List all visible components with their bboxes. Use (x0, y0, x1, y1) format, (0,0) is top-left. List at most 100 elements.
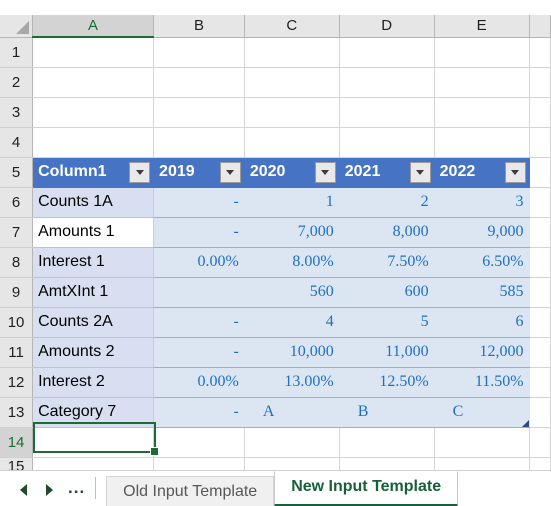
cell-c1[interactable] (244, 37, 340, 68)
table-resize-grip-icon[interactable] (521, 419, 529, 426)
row-header-2[interactable]: 2 (0, 67, 34, 98)
cell-f13[interactable] (529, 397, 551, 428)
cell-d6[interactable]: 2 (339, 187, 435, 218)
cell-e4[interactable] (434, 127, 530, 158)
sheet-overflow-button[interactable]: ... (62, 479, 91, 502)
previous-sheet-button[interactable] (10, 476, 36, 504)
row-header-10[interactable]: 10 (0, 307, 34, 338)
cell-f10[interactable] (529, 307, 551, 338)
cell-d15[interactable] (339, 457, 435, 470)
cell-e14[interactable] (434, 427, 530, 458)
cell-d1[interactable] (339, 37, 435, 68)
cell-d4[interactable] (339, 127, 435, 158)
cell-c9[interactable]: 560 (244, 277, 340, 308)
cell-e6[interactable]: 3 (434, 187, 530, 218)
row-header-6[interactable]: 6 (0, 187, 34, 218)
cell-e12[interactable]: 11.50% (434, 367, 530, 398)
filter-dropdown-icon[interactable] (219, 161, 241, 183)
cell-b9[interactable] (153, 277, 245, 308)
cell-f3[interactable] (529, 97, 551, 128)
cell-e10[interactable]: 6 (434, 307, 530, 338)
cell-b11[interactable]: - (153, 337, 245, 368)
cell-b1[interactable] (153, 37, 245, 68)
worksheet-grid[interactable]: A B C D E 1 2 3 4 5 Column1 2019 2020 20… (0, 0, 551, 470)
cell-a14[interactable] (32, 427, 155, 458)
row-header-7[interactable]: 7 (0, 217, 34, 248)
filter-dropdown-icon[interactable] (504, 161, 526, 183)
row-header-3[interactable]: 3 (0, 97, 34, 128)
cell-b6[interactable]: - (153, 187, 245, 218)
filter-dropdown-icon[interactable] (129, 161, 151, 183)
column-header-e[interactable]: E (434, 15, 530, 38)
cell-e2[interactable] (434, 67, 530, 98)
next-sheet-button[interactable] (36, 476, 62, 504)
cell-c15[interactable] (244, 457, 340, 470)
table-header-2020[interactable]: 2020 (244, 157, 340, 188)
cell-f11[interactable] (529, 337, 551, 368)
cell-a1[interactable] (32, 37, 155, 68)
cell-b13[interactable]: - (153, 397, 245, 428)
cell-a2[interactable] (32, 67, 155, 98)
row-header-8[interactable]: 8 (0, 247, 34, 278)
cell-c10[interactable]: 4 (244, 307, 340, 338)
column-header-a[interactable]: A (32, 15, 155, 38)
row-header-9[interactable]: 9 (0, 277, 34, 308)
row-header-14[interactable]: 14 (0, 427, 34, 458)
cell-c3[interactable] (244, 97, 340, 128)
cell-f14[interactable] (529, 427, 551, 458)
sheet-tab-new-input-template[interactable]: New Input Template (274, 471, 459, 506)
cell-c8[interactable]: 8.00% (244, 247, 340, 278)
cell-a10[interactable]: Counts 2A (32, 307, 155, 338)
sheet-tab-old-input-template[interactable]: Old Input Template (106, 476, 275, 506)
column-header-d[interactable]: D (339, 15, 435, 38)
row-header-15[interactable]: 15 (0, 457, 34, 470)
cell-a7[interactable]: Amounts 1 (32, 217, 155, 248)
cell-f9[interactable] (529, 277, 551, 308)
cell-a4[interactable] (32, 127, 155, 158)
cell-e13[interactable]: C (434, 397, 530, 428)
row-header-4[interactable]: 4 (0, 127, 34, 158)
cell-b4[interactable] (153, 127, 245, 158)
cell-b15[interactable] (153, 457, 245, 470)
cell-c4[interactable] (244, 127, 340, 158)
cell-d7[interactable]: 8,000 (339, 217, 435, 248)
row-header-1[interactable]: 1 (0, 37, 34, 68)
row-header-5[interactable]: 5 (0, 157, 34, 188)
cell-b8[interactable]: 0.00% (153, 247, 245, 278)
cell-e15[interactable] (434, 457, 530, 470)
cell-f7[interactable] (529, 217, 551, 248)
cell-f6[interactable] (529, 187, 551, 218)
cell-c11[interactable]: 10,000 (244, 337, 340, 368)
cell-e1[interactable] (434, 37, 530, 68)
cell-e8[interactable]: 6.50% (434, 247, 530, 278)
filter-dropdown-icon[interactable] (409, 161, 431, 183)
row-header-12[interactable]: 12 (0, 367, 34, 398)
select-all-button[interactable] (0, 15, 34, 38)
cell-b10[interactable]: - (153, 307, 245, 338)
cell-f2[interactable] (529, 67, 551, 98)
cell-c7[interactable]: 7,000 (244, 217, 340, 248)
cell-d9[interactable]: 600 (339, 277, 435, 308)
table-header-2019[interactable]: 2019 (153, 157, 245, 188)
column-header-c[interactable]: C (244, 15, 340, 38)
cell-c12[interactable]: 13.00% (244, 367, 340, 398)
row-header-13[interactable]: 13 (0, 397, 34, 428)
cell-c6[interactable]: 1 (244, 187, 340, 218)
cell-c2[interactable] (244, 67, 340, 98)
cell-d3[interactable] (339, 97, 435, 128)
cell-e7[interactable]: 9,000 (434, 217, 530, 248)
column-header-b[interactable]: B (153, 15, 245, 38)
table-header-column1[interactable]: Column1 (32, 157, 155, 188)
cell-f4[interactable] (529, 127, 551, 158)
filter-dropdown-icon[interactable] (314, 161, 336, 183)
cell-e11[interactable]: 12,000 (434, 337, 530, 368)
row-header-11[interactable]: 11 (0, 337, 34, 368)
cell-a15[interactable] (32, 457, 155, 470)
cell-b3[interactable] (153, 97, 245, 128)
table-header-2021[interactable]: 2021 (339, 157, 435, 188)
cell-d8[interactable]: 7.50% (339, 247, 435, 278)
cell-d12[interactable]: 12.50% (339, 367, 435, 398)
cell-e9[interactable]: 585 (434, 277, 530, 308)
cell-d13[interactable]: B (339, 397, 435, 428)
cell-c13[interactable]: A (244, 397, 340, 428)
